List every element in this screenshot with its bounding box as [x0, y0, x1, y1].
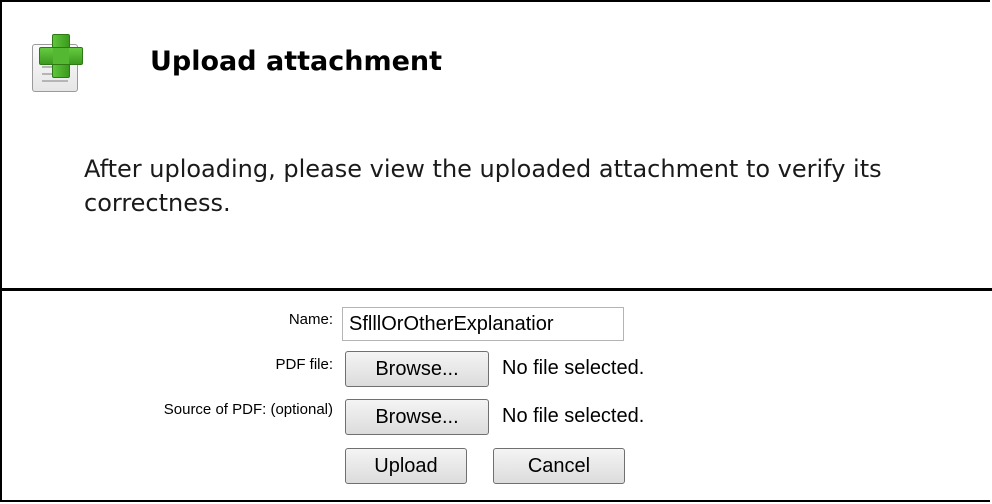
document-add-icon [30, 34, 88, 94]
source-file-status: No file selected. [502, 405, 645, 427]
name-input[interactable] [342, 307, 624, 341]
cancel-button[interactable]: Cancel [493, 448, 625, 484]
pdf-file-label: PDF file: [275, 356, 333, 373]
pdf-browse-button[interactable]: Browse... [345, 351, 489, 387]
upload-button[interactable]: Upload [345, 448, 467, 484]
upload-attachment-dialog: Upload attachment After uploading, pleas… [0, 0, 992, 504]
pdf-file-status: No file selected. [502, 357, 645, 379]
source-pdf-label: Source of PDF: (optional) [163, 401, 333, 418]
upload-form: Name: PDF file: Browse... No file select… [2, 291, 992, 504]
source-browse-button[interactable]: Browse... [345, 399, 489, 435]
name-label: Name: [288, 311, 333, 328]
dialog-title: Upload attachment [150, 46, 443, 77]
dialog-message: After uploading, please view the uploade… [84, 155, 882, 217]
dialog-header: Upload attachment After uploading, pleas… [2, 2, 992, 288]
